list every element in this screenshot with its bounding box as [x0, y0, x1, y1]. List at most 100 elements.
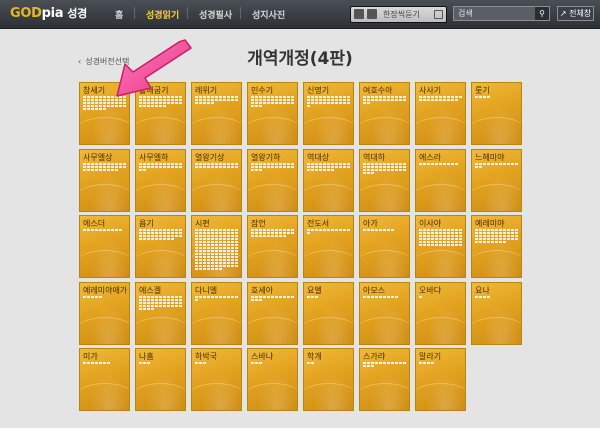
chapter-link[interactable]: [223, 295, 226, 298]
chapter-link[interactable]: [419, 238, 422, 240]
chapter-link[interactable]: [371, 362, 374, 364]
chapter-link[interactable]: [371, 295, 374, 298]
chapter-link[interactable]: [387, 165, 390, 168]
chapter-link[interactable]: [231, 295, 234, 298]
chapter-link[interactable]: [207, 253, 210, 255]
chapter-link[interactable]: [319, 229, 322, 231]
chapter-link[interactable]: [419, 162, 422, 165]
chapter-link[interactable]: [331, 168, 334, 171]
chapter-link[interactable]: [91, 108, 94, 110]
chapter-link[interactable]: [123, 162, 126, 165]
chapter-link[interactable]: [159, 162, 162, 165]
chapter-link[interactable]: [119, 105, 122, 107]
chapter-link[interactable]: [219, 99, 222, 101]
chapter-link[interactable]: [271, 99, 274, 101]
chapter-link[interactable]: [427, 238, 430, 240]
chapter-link[interactable]: [491, 162, 494, 165]
chapter-link[interactable]: [231, 238, 234, 240]
chapter-link[interactable]: [147, 295, 150, 298]
chapter-link[interactable]: [211, 259, 214, 261]
chapter-link[interactable]: [91, 165, 94, 168]
chapter-link[interactable]: [91, 105, 94, 107]
chapter-link[interactable]: [287, 162, 290, 165]
chapter-link[interactable]: [167, 238, 170, 240]
chapter-link[interactable]: [83, 362, 86, 364]
chapter-link[interactable]: [399, 168, 402, 171]
chapter-link[interactable]: [439, 96, 442, 98]
chapter-link[interactable]: [423, 232, 426, 234]
chapter-link[interactable]: [203, 235, 206, 237]
chapter-link[interactable]: [195, 96, 198, 98]
chapter-link[interactable]: [83, 295, 86, 298]
chapter-link[interactable]: [379, 229, 382, 231]
chapter-link[interactable]: [251, 232, 254, 234]
chapter-link[interactable]: [223, 235, 226, 237]
chapter-link[interactable]: [459, 96, 462, 98]
chapter-link[interactable]: [323, 165, 326, 168]
chapter-link[interactable]: [147, 165, 150, 168]
chapter-link[interactable]: [263, 232, 266, 234]
chapter-link[interactable]: [163, 304, 166, 307]
godpia-logo[interactable]: GODpia 성경: [10, 5, 87, 23]
chapter-link[interactable]: [99, 295, 102, 298]
chapter-link[interactable]: [419, 244, 422, 246]
chapter-link[interactable]: [491, 232, 494, 234]
chapter-link[interactable]: [111, 168, 114, 171]
chapter-link[interactable]: [475, 235, 478, 237]
chapter-link[interactable]: [219, 295, 222, 298]
book-tile[interactable]: 에스라: [415, 148, 466, 212]
chapter-link[interactable]: [283, 232, 286, 234]
chapter-link[interactable]: [159, 232, 162, 234]
chapter-link[interactable]: [251, 99, 254, 101]
chapter-link[interactable]: [435, 241, 438, 243]
chapter-link[interactable]: [263, 229, 266, 231]
chapter-link[interactable]: [331, 96, 334, 98]
chapter-link[interactable]: [291, 232, 294, 234]
chapter-link[interactable]: [263, 96, 266, 98]
chapter-link[interactable]: [311, 162, 314, 165]
chapter-link[interactable]: [435, 162, 438, 165]
chapter-link[interactable]: [227, 265, 230, 267]
chapter-link[interactable]: [499, 229, 502, 231]
chapter-link[interactable]: [307, 99, 310, 101]
chapter-link[interactable]: [163, 238, 166, 240]
chapter-link[interactable]: [251, 162, 254, 165]
chapter-link[interactable]: [479, 96, 482, 98]
chapter-link[interactable]: [459, 244, 462, 246]
chapter-link[interactable]: [195, 256, 198, 258]
chapter-link[interactable]: [311, 99, 314, 101]
chapter-link[interactable]: [287, 102, 290, 104]
chapter-link[interactable]: [255, 232, 258, 234]
chapter-link[interactable]: [155, 232, 158, 234]
chapter-link[interactable]: [499, 232, 502, 234]
chapter-link[interactable]: [223, 232, 226, 234]
chapter-link[interactable]: [159, 105, 162, 107]
chapter-link[interactable]: [167, 235, 170, 237]
chapter-link[interactable]: [147, 229, 150, 231]
nav-bible-read[interactable]: 성경읽기: [146, 8, 179, 21]
chapter-link[interactable]: [283, 295, 286, 298]
chapter-link[interactable]: [287, 232, 290, 234]
chapter-link[interactable]: [175, 298, 178, 301]
chapter-link[interactable]: [263, 162, 266, 165]
chapter-link[interactable]: [279, 165, 282, 168]
chapter-link[interactable]: [451, 99, 454, 101]
chapter-link[interactable]: [363, 365, 366, 367]
chapter-link[interactable]: [495, 241, 498, 243]
chapter-link[interactable]: [367, 229, 370, 231]
chapter-link[interactable]: [167, 232, 170, 234]
chapter-link[interactable]: [203, 265, 206, 267]
chapter-link[interactable]: [103, 362, 106, 364]
chapter-link[interactable]: [199, 102, 202, 104]
book-tile[interactable]: 학개: [303, 348, 354, 411]
chapter-link[interactable]: [439, 238, 442, 240]
chapter-link[interactable]: [435, 235, 438, 237]
chapter-link[interactable]: [199, 165, 202, 168]
chapter-link[interactable]: [227, 262, 230, 264]
chapter-link[interactable]: [155, 238, 158, 240]
chapter-link[interactable]: [339, 165, 342, 168]
chapter-link[interactable]: [475, 96, 478, 98]
chapter-link[interactable]: [163, 105, 166, 107]
chapter-link[interactable]: [179, 295, 182, 298]
chapter-link[interactable]: [199, 256, 202, 258]
